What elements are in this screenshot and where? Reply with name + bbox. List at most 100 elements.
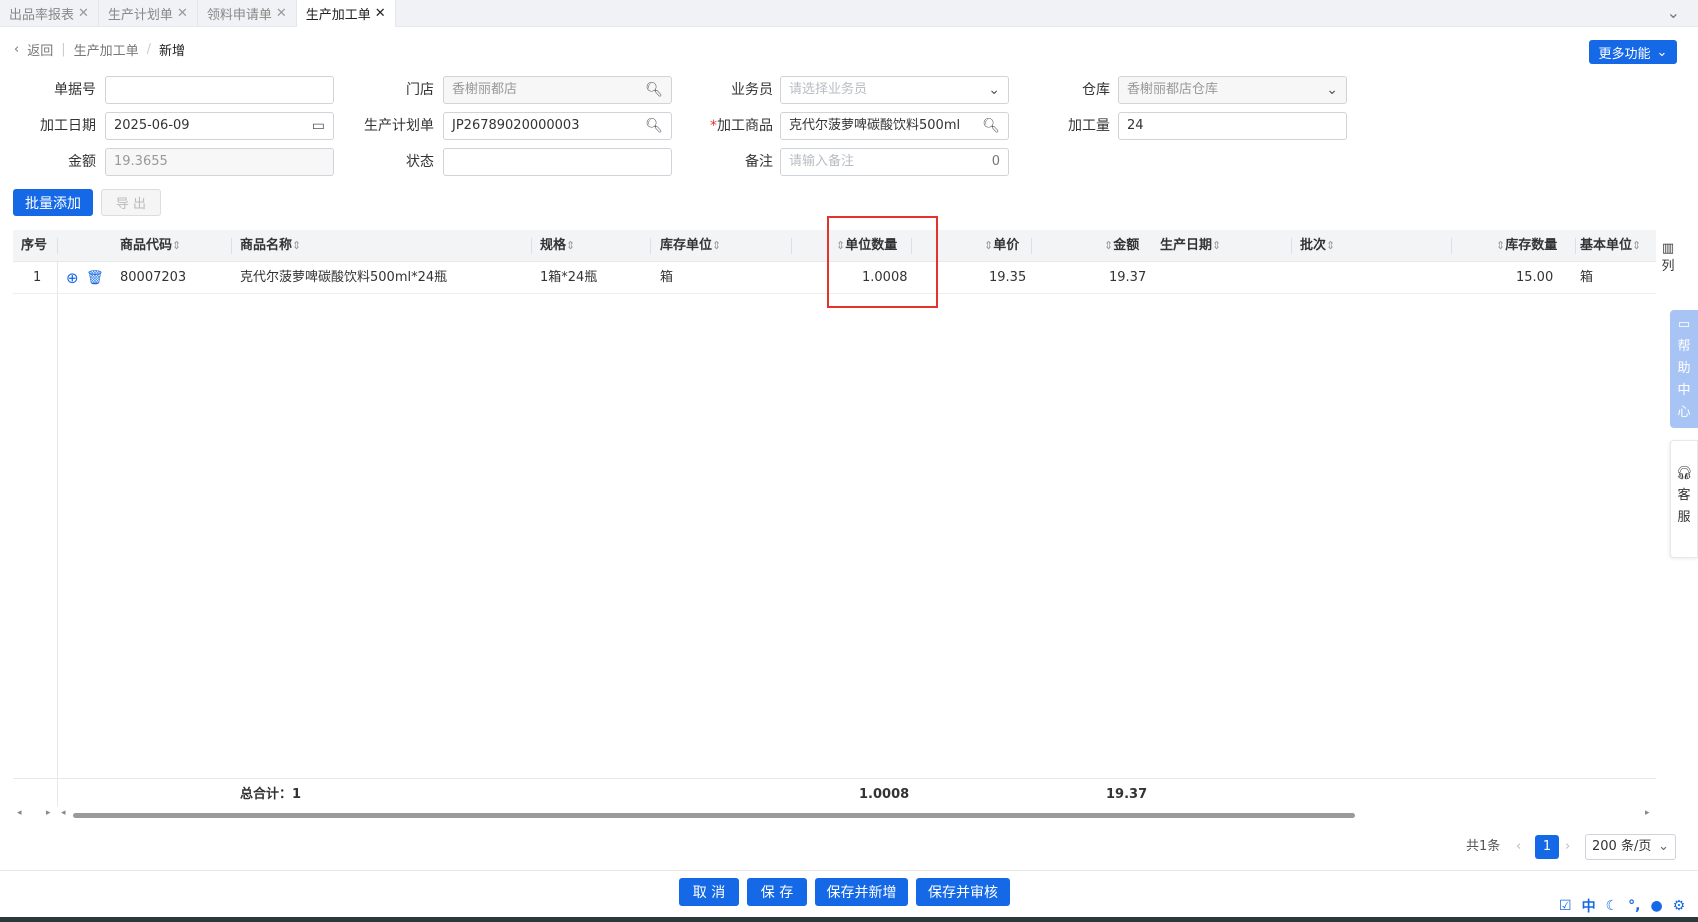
col-stock-unit[interactable]: 库存单位⇕ [660, 230, 721, 262]
close-icon[interactable]: ✕ [78, 6, 89, 21]
save-and-audit-button[interactable]: 保存并审核 [916, 878, 1010, 906]
checkbox-icon[interactable]: ☑ [1559, 898, 1572, 914]
chat-icon: ▭ [1677, 317, 1691, 332]
salesman-placeholder: 请选择业务员 [789, 82, 868, 97]
scroll-right-icon[interactable]: ▸ [1645, 808, 1650, 818]
col-price[interactable]: ⇕单价 [984, 230, 1019, 262]
search-icon[interactable]: 🔍︎ [645, 77, 663, 103]
search-icon[interactable]: 🔍︎ [982, 113, 1000, 139]
prev-page-icon[interactable]: ‹ [1516, 834, 1521, 860]
col-stock-qty[interactable]: ⇕库存数量 [1496, 230, 1557, 262]
user-icon[interactable]: ● [1650, 898, 1662, 914]
page-size-select[interactable]: 200 条/页 ⌄ [1585, 834, 1676, 860]
more-functions-button[interactable]: 更多功能 ⌄ [1589, 40, 1677, 64]
tab-label: 领料申请单 [206, 8, 272, 23]
cancel-button[interactable]: 取 消 [679, 878, 739, 906]
amount-input[interactable]: 19.3655 [105, 148, 334, 176]
col-stock-unit-label: 库存单位 [660, 238, 713, 253]
chevron-left-icon[interactable]: ‹ [14, 42, 19, 57]
remark-input[interactable]: 请输入备注 0 [780, 148, 1009, 176]
sort-icon[interactable]: ⇕ [1632, 239, 1641, 252]
tab-label: 生产加工单 [305, 8, 371, 23]
batch-add-button[interactable]: 批量添加 [13, 189, 93, 216]
col-prod-date[interactable]: 生产日期⇕ [1160, 230, 1221, 262]
sort-icon[interactable]: ⇕ [172, 239, 181, 252]
sort-icon[interactable]: ⇕ [712, 239, 721, 252]
sort-icon[interactable]: ⇕ [292, 239, 301, 252]
doc-no-input[interactable] [105, 76, 334, 104]
tab-output-rate-report[interactable]: 出品率报表 ✕ [0, 0, 99, 27]
col-base-unit[interactable]: 基本单位⇕ [1580, 230, 1641, 262]
store-input[interactable]: 香榭丽都店 🔍︎ [443, 76, 672, 104]
moon-icon[interactable]: ☾ [1606, 898, 1619, 914]
table-footer: 总合计：1 1.0008 19.37 [13, 778, 1656, 810]
close-icon[interactable]: ✕ [375, 6, 386, 21]
cell-code: 80007203 [120, 270, 187, 285]
save-and-new-button[interactable]: 保存并新增 [815, 878, 908, 906]
sort-icon[interactable]: ⇕ [1326, 239, 1335, 252]
scroll-left-icon[interactable]: ◂ [17, 808, 22, 818]
sort-icon[interactable]: ⇕ [1212, 239, 1221, 252]
sort-icon[interactable]: ⇕ [984, 239, 993, 252]
gear-icon[interactable]: ⚙ [1673, 898, 1686, 914]
scroll-thumb[interactable] [73, 813, 1355, 818]
col-batch[interactable]: 批次⇕ [1300, 230, 1335, 262]
divider [650, 238, 651, 254]
export-button[interactable]: 导 出 [101, 189, 161, 216]
chevron-down-icon[interactable]: ⌄ [1667, 3, 1680, 22]
tab-production-order[interactable]: 生产加工单 ✕ [296, 0, 396, 27]
close-icon[interactable]: ✕ [177, 6, 188, 21]
search-icon[interactable]: 🔍︎ [645, 113, 663, 139]
punctuation-icon[interactable]: °, [1628, 898, 1640, 914]
breadcrumb-parent[interactable]: 生产加工单 [74, 40, 139, 59]
divider [791, 238, 792, 254]
tab-bar: 出品率报表 ✕ 生产计划单 ✕ 领料申请单 ✕ 生产加工单 ✕ [0, 0, 1698, 27]
total-amount: 19.37 [1106, 787, 1148, 802]
divider [531, 238, 532, 254]
help-center-tab[interactable]: ▭ 帮助中心 [1670, 310, 1698, 428]
sort-icon[interactable]: ⇕ [566, 239, 575, 252]
more-functions-label: 更多功能 [1598, 46, 1651, 62]
divider [1575, 238, 1576, 254]
col-amount[interactable]: ⇕金额 [1104, 230, 1139, 262]
page-number-button[interactable]: 1 [1535, 835, 1559, 859]
customer-service-tab[interactable]: 🎧︎ 客服 [1670, 440, 1698, 558]
plan-input[interactable]: JP26789020000003 🔍︎ [443, 112, 672, 140]
process-date-input[interactable]: 2025-06-09 ▭ [105, 112, 334, 140]
tab-material-request[interactable]: 领料申请单 ✕ [198, 0, 297, 27]
scroll-left-icon[interactable]: ◂ [61, 808, 66, 818]
sort-icon[interactable]: ⇕ [1104, 239, 1113, 252]
delete-icon[interactable]: 🗑︎ [86, 262, 104, 294]
col-spec-label: 规格 [540, 238, 567, 253]
cell-spec: 1箱*24瓶 [540, 270, 598, 285]
chevron-down-icon: ⌄ [1656, 44, 1668, 60]
store-label: 门店 [406, 82, 434, 98]
back-link[interactable]: 返回 [27, 40, 53, 59]
product-input[interactable]: 克代尔菠萝啤碳酸饮料500ml 🔍︎ [780, 112, 1009, 140]
calendar-icon[interactable]: ▭ [312, 113, 325, 139]
divider: / [146, 42, 152, 57]
tab-label: 出品率报表 [9, 8, 75, 23]
salesman-select[interactable]: 请选择业务员 ⌄ [780, 76, 1009, 104]
col-name[interactable]: 商品名称⇕ [240, 230, 301, 262]
next-page-icon[interactable]: › [1565, 834, 1570, 860]
cell-index: 1 [33, 270, 42, 285]
scroll-right-icon[interactable]: ▸ [46, 808, 51, 818]
horizontal-scrollbar[interactable]: ◂ ▸ ◂ ▸ [13, 808, 1656, 820]
plan-value: JP26789020000003 [452, 118, 580, 133]
save-button[interactable]: 保 存 [747, 878, 807, 906]
column-settings-button[interactable]: ▥ 列 [1661, 240, 1675, 276]
col-code[interactable]: 商品代码⇕ [120, 230, 181, 262]
sort-icon[interactable]: ⇕ [1496, 239, 1505, 252]
status-input[interactable] [443, 148, 672, 176]
quantity-input[interactable]: 24 [1118, 112, 1347, 140]
add-row-icon[interactable]: ⊕ [66, 262, 79, 294]
col-amount-label: 金额 [1113, 238, 1140, 253]
tab-production-plan[interactable]: 生产计划单 ✕ [99, 0, 198, 27]
col-spec[interactable]: 规格⇕ [540, 230, 575, 262]
close-icon[interactable]: ✕ [276, 6, 287, 21]
ime-indicator[interactable]: 中 [1582, 896, 1596, 916]
warehouse-select[interactable]: 香榭丽都店仓库 ⌄ [1118, 76, 1347, 104]
plan-label: 生产计划单 [364, 118, 434, 134]
chevron-down-icon: ⌄ [1326, 82, 1338, 98]
